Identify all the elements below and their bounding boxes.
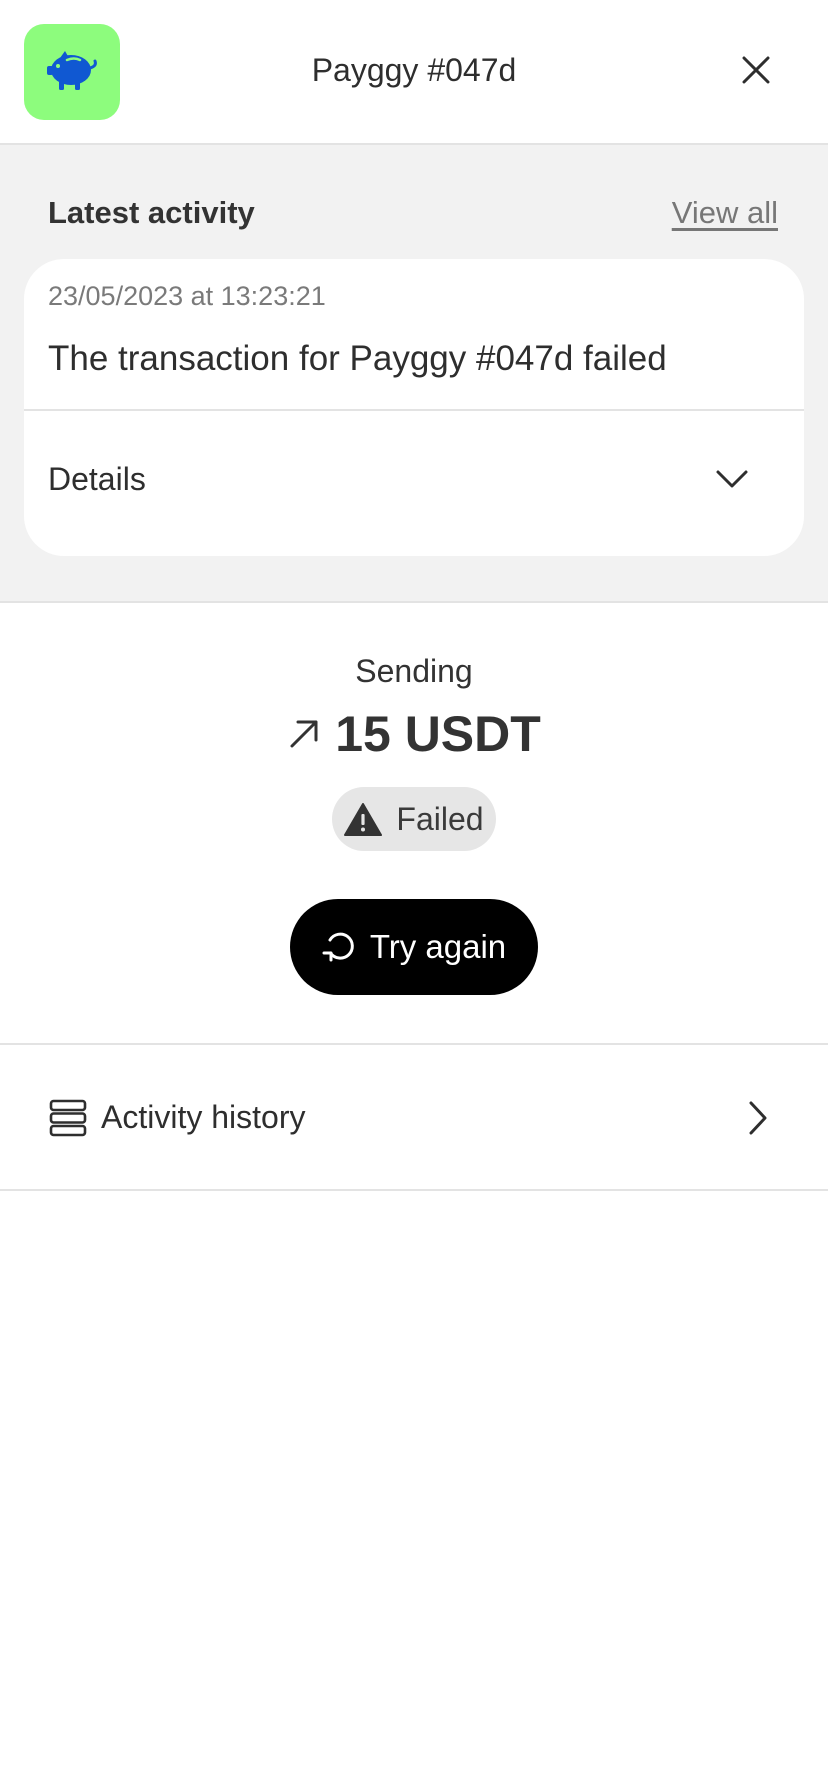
details-label: Details	[48, 461, 146, 497]
transaction-direction: Sending	[355, 653, 473, 689]
close-button[interactable]	[730, 44, 782, 96]
transaction-amount-row: 15 USDT	[0, 705, 828, 763]
refresh-icon	[322, 932, 354, 962]
chevron-down-icon	[716, 470, 748, 488]
chevron-right-icon	[749, 1101, 767, 1135]
list-icon	[49, 1099, 87, 1137]
activity-history-label: Activity history	[101, 1099, 306, 1135]
activity-card: 23/05/2023 at 13:23:21 The transaction f…	[24, 259, 804, 556]
transaction-summary: Sending 15 USDT Failed Try again	[0, 605, 828, 1045]
details-toggle[interactable]: Details	[24, 411, 804, 556]
latest-activity-section: Latest activity View all 23/05/2023 at 1…	[0, 145, 828, 603]
view-all-link[interactable]: View all	[672, 195, 778, 231]
arrow-up-right-icon	[290, 720, 318, 748]
page-title: Payggy #047d	[311, 52, 517, 88]
activity-timestamp: 23/05/2023 at 13:23:21	[48, 281, 326, 311]
header: Payggy #047d	[0, 0, 828, 145]
try-again-label: Try again	[369, 928, 507, 965]
activity-history-row[interactable]: Activity history	[0, 1045, 828, 1191]
status-text: Failed	[396, 800, 484, 837]
try-again-button[interactable]: Try again	[290, 899, 538, 995]
latest-activity-heading: Latest activity	[48, 195, 255, 230]
transaction-amount: 15 USDT	[335, 706, 541, 762]
activity-message: The transaction for Payggy #047d failed	[48, 339, 667, 378]
status-badge: Failed	[332, 787, 496, 851]
close-icon	[742, 56, 770, 84]
warning-icon	[344, 803, 383, 836]
